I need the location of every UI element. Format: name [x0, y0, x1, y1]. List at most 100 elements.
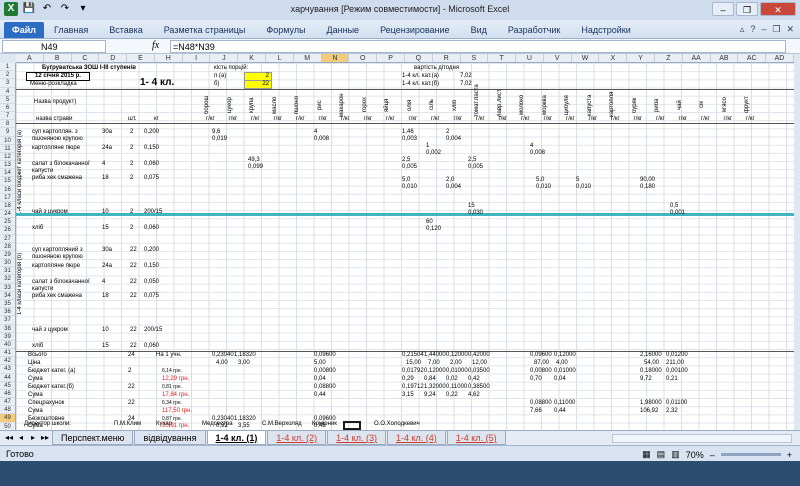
totals-cell[interactable]: 4,00 — [216, 360, 228, 367]
column-header[interactable]: N — [321, 54, 350, 62]
norm-value[interactable]: 1 — [426, 143, 429, 150]
row-header[interactable]: 28 — [0, 243, 15, 251]
column-header[interactable]: Q — [405, 54, 433, 62]
norm-value[interactable]: 2,0 — [446, 177, 454, 184]
row-header[interactable]: 36 — [0, 308, 15, 317]
dish-weight[interactable]: 0,200 — [144, 129, 159, 136]
sheet-tab-1-4-5[interactable]: 1-4 кл. (5) — [446, 431, 506, 445]
tab-addins[interactable]: Надстройки — [581, 25, 630, 35]
row-header[interactable]: 29 — [0, 251, 15, 260]
totals-cell[interactable]: 0,42000 — [468, 352, 490, 359]
row-header[interactable]: 18 — [0, 202, 15, 211]
dish-count[interactable]: 2 — [130, 145, 133, 152]
norm-value[interactable]: 1,46 — [402, 129, 414, 136]
dish-count[interactable]: 22 — [130, 293, 137, 300]
column-header[interactable]: AD — [766, 54, 794, 62]
dish-count[interactable]: 2 — [130, 175, 133, 182]
dish-name[interactable]: салат з білокачанної капусти — [32, 161, 100, 175]
totals-cell[interactable]: 0,04 — [554, 376, 566, 383]
tab-data[interactable]: Данные — [327, 25, 360, 35]
dish-recipe[interactable]: 4 — [102, 161, 105, 168]
norm-value[interactable]: 5,0 — [536, 177, 544, 184]
tab-developer[interactable]: Разработчик — [508, 25, 560, 35]
totals-cell[interactable]: 7,66 — [530, 408, 542, 415]
dish-recipe[interactable]: 18 — [102, 175, 109, 182]
row-header[interactable]: 11 — [0, 145, 15, 153]
dish-count[interactable]: 22 — [130, 327, 137, 334]
zoom-slider[interactable] — [720, 453, 781, 456]
minimize-button[interactable]: – — [712, 2, 734, 16]
minimize-ribbon-icon[interactable]: ▵ — [740, 24, 745, 35]
dish-recipe[interactable]: 30а — [102, 247, 112, 254]
totals-cell[interactable]: 0,22 — [446, 392, 458, 399]
totals-cell[interactable]: 0,02 — [446, 376, 458, 383]
column-header[interactable]: P — [377, 54, 405, 62]
totals-cell[interactable]: 0,12000 — [424, 368, 446, 375]
total-value[interactable]: 0,010 — [576, 184, 591, 191]
norm-value[interactable]: 2 — [446, 129, 449, 136]
row-header[interactable]: 5 — [0, 96, 15, 104]
totals-cell[interactable]: 1,32000 — [424, 384, 446, 391]
dish-count[interactable]: 2 — [130, 225, 133, 232]
totals-cell[interactable]: 0,12000 — [554, 352, 576, 359]
totals-cell[interactable]: 2,32 — [666, 408, 678, 415]
totals-cell[interactable]: 0,70 — [530, 376, 542, 383]
dish-name[interactable]: риба хек смажена — [32, 293, 82, 300]
dish-name[interactable]: риба хек смажена — [32, 175, 82, 182]
tab-page-layout[interactable]: Разметка страницы — [164, 25, 246, 35]
totals-cell[interactable]: 1,44000 — [424, 352, 446, 359]
total-value[interactable]: 0,180 — [640, 184, 655, 191]
row-header[interactable]: 43 — [0, 365, 15, 374]
dish-name[interactable]: чай з цукром — [32, 327, 68, 334]
column-header[interactable]: B — [44, 54, 72, 62]
sheet-tab-1-4-2[interactable]: 1-4 кл. (2) — [267, 431, 327, 445]
totals-cell[interactable]: 0,09600 — [314, 352, 336, 359]
column-header[interactable]: L — [266, 54, 294, 62]
totals-cell[interactable]: 4,62 — [468, 392, 480, 399]
total-value[interactable]: 0,002 — [426, 150, 441, 157]
last-sheet-icon[interactable]: ▸▸ — [40, 433, 50, 442]
totals-cell[interactable]: 0,00100 — [666, 368, 688, 375]
column-header[interactable]: C — [72, 54, 100, 62]
dish-weight[interactable]: 0,150 — [144, 145, 159, 152]
prev-sheet-icon[interactable]: ◂ — [16, 433, 26, 442]
totals-cell[interactable]: 15,00 — [406, 360, 421, 367]
norm-value[interactable]: 9,6 — [212, 129, 220, 136]
dish-name[interactable]: суп картоплян. з пшоняною крупою — [32, 129, 100, 143]
totals-cell[interactable]: 0,01200 — [666, 352, 688, 359]
totals-cell[interactable]: 1,18320 — [234, 416, 256, 423]
tab-review[interactable]: Рецензирование — [380, 25, 450, 35]
dish-count[interactable]: 22 — [130, 247, 137, 254]
totals-cell[interactable]: 0,04 — [314, 376, 326, 383]
row-header[interactable]: 15 — [0, 177, 15, 186]
row-header[interactable]: 16 — [0, 186, 15, 194]
dish-weight[interactable]: 0,050 — [144, 279, 159, 286]
dish-weight[interactable]: 0,060 — [144, 343, 159, 350]
column-header[interactable]: U — [516, 54, 544, 62]
totals-cell[interactable]: 2,00 — [450, 360, 462, 367]
column-header[interactable]: AC — [738, 54, 767, 62]
totals-cell[interactable]: 3,15 — [402, 392, 414, 399]
totals-cell[interactable]: 4,00 — [556, 360, 568, 367]
column-header[interactable]: D — [99, 54, 128, 62]
totals-cell[interactable]: 0,09600 — [530, 352, 552, 359]
totals-cell[interactable]: 0,42 — [468, 376, 480, 383]
column-header[interactable]: O — [349, 54, 378, 62]
column-header[interactable]: J — [210, 54, 239, 62]
norm-value[interactable]: 4 — [314, 129, 317, 136]
zoom-out-icon[interactable]: – — [710, 450, 715, 460]
row-header[interactable]: 39 — [0, 333, 15, 341]
dish-weight[interactable]: 0,060 — [144, 161, 159, 168]
row-header[interactable]: 47 — [0, 398, 15, 407]
column-header[interactable]: I — [183, 54, 211, 62]
totals-cell[interactable]: 0,01000 — [554, 368, 576, 375]
totals-cell[interactable]: 0,84 — [424, 376, 436, 383]
row-header[interactable]: 49 — [0, 414, 15, 423]
norm-value[interactable]: 90,00 — [640, 177, 655, 184]
column-header[interactable]: Z — [655, 54, 683, 62]
totals-cell[interactable]: 0,21 — [666, 376, 678, 383]
row-header[interactable]: 13 — [0, 161, 15, 170]
sheet-tab-1-4-1[interactable]: 1-4 кл. (1) — [206, 431, 267, 445]
totals-cell[interactable]: 3,55 — [238, 423, 250, 430]
total-value[interactable]: 0,008 — [530, 150, 545, 157]
